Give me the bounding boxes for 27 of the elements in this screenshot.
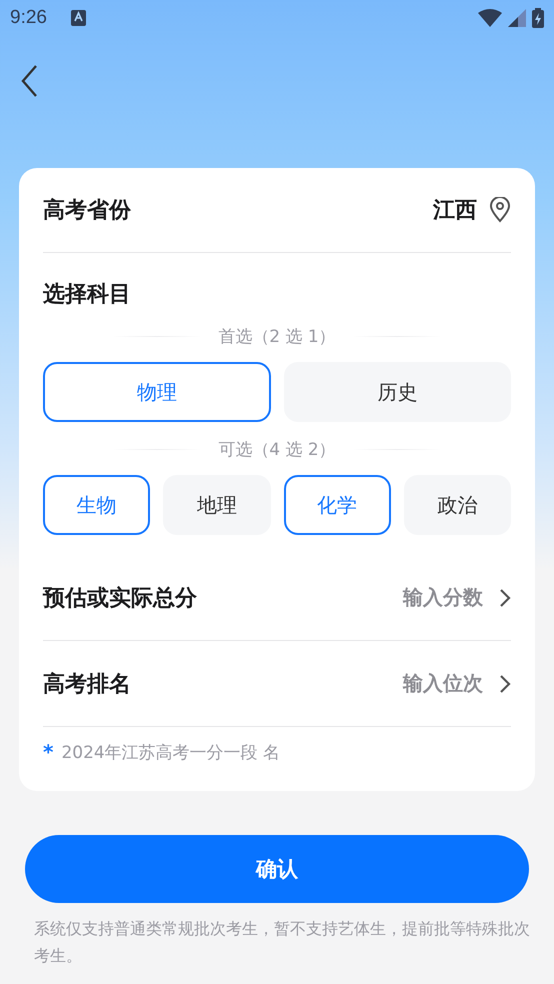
- subject-option[interactable]: 历史: [284, 362, 511, 422]
- field-label: 高考排名: [43, 670, 131, 698]
- subject-option[interactable]: 物理: [43, 362, 270, 422]
- subject-option[interactable]: 地理: [163, 475, 270, 535]
- confirm-button[interactable]: 确认: [25, 835, 529, 903]
- notice-text: 系统仅支持普通类常规批次考生，暂不支持艺体生，提前批等特殊批次考生。: [34, 918, 530, 967]
- location-pin-icon[interactable]: [489, 197, 511, 223]
- chevron-right-icon[interactable]: [499, 674, 511, 694]
- input-field[interactable]: 输入位次: [403, 670, 483, 697]
- status-time: 9:26: [10, 7, 47, 29]
- province-label: 高考省份: [43, 196, 131, 225]
- input-field[interactable]: 输入分数: [403, 584, 483, 611]
- province-value[interactable]: 江西: [433, 195, 477, 225]
- subject-option[interactable]: 政治: [404, 475, 511, 535]
- battery-icon: [532, 8, 544, 28]
- subject-option[interactable]: 生物: [43, 475, 150, 535]
- group-caption: 首选（2 选 1）: [218, 326, 336, 348]
- group-caption: 可选（4 选 2）: [218, 438, 336, 460]
- keyboard-icon: [70, 10, 86, 26]
- subjects-title: 选择科目: [43, 281, 132, 309]
- subject-option[interactable]: 化学: [284, 475, 391, 535]
- chevron-right-icon[interactable]: [499, 588, 511, 608]
- footnote-text: 2024年江苏高考一分一段 名: [61, 742, 280, 764]
- signal-icon: [508, 9, 526, 27]
- wifi-icon: [478, 9, 502, 27]
- field-label: 预估或实际总分: [43, 584, 197, 612]
- required-mark: *: [43, 740, 54, 764]
